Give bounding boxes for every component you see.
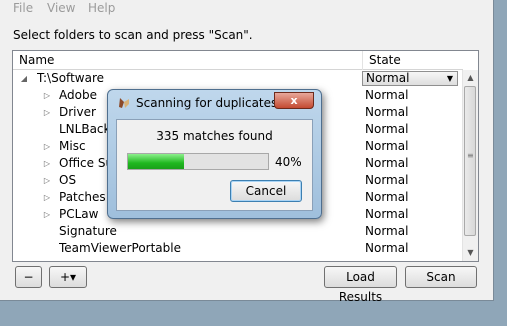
tree-row-state: Normal xyxy=(365,139,409,153)
remove-folder-button[interactable]: − xyxy=(15,266,42,288)
expand-icon[interactable]: ▷ xyxy=(42,189,52,206)
scanning-dialog: Scanning for duplicates x 335 matches fo… xyxy=(107,89,322,219)
progress-fill xyxy=(128,154,184,169)
state-dropdown-value: Normal xyxy=(366,71,410,85)
column-header-state[interactable]: State xyxy=(363,51,463,70)
dialog-title: Scanning for duplicates xyxy=(136,96,278,110)
cancel-button[interactable]: Cancel xyxy=(230,180,302,202)
matches-count: 335 matches found xyxy=(156,129,273,143)
menu-file[interactable]: File xyxy=(13,1,33,15)
expand-icon[interactable]: ▷ xyxy=(42,87,52,104)
expand-icon[interactable]: ▷ xyxy=(42,172,52,189)
tree-row[interactable]: TeamViewerPortable Normal xyxy=(13,240,463,257)
tree-row-state: Normal xyxy=(365,105,409,119)
tree-row-state: Normal xyxy=(365,88,409,102)
expand-icon[interactable]: ▷ xyxy=(42,138,52,155)
tree-row-label: Signature xyxy=(59,224,117,238)
add-folder-button[interactable]: +▾ xyxy=(49,266,87,288)
tree-row-state: Normal xyxy=(365,207,409,221)
tree-row-state: Normal xyxy=(365,224,409,238)
tree-row-state: Normal xyxy=(365,122,409,136)
chevron-down-icon: ▼ xyxy=(446,74,453,83)
tree-row-label: TeamViewerPortable xyxy=(59,241,181,255)
grip-icon: ≡ xyxy=(467,151,474,160)
scan-button[interactable]: Scan xyxy=(405,266,477,288)
vertical-scrollbar[interactable]: ▲ ≡ ▼ xyxy=(462,70,478,261)
scroll-up-arrow-icon[interactable]: ▲ xyxy=(463,70,478,86)
menu-bar: File View Help xyxy=(0,0,493,18)
progress-bar xyxy=(127,153,269,170)
progress-percent: 40% xyxy=(275,155,302,169)
dialog-body: 335 matches found 40% Cancel xyxy=(116,119,313,211)
app-icon xyxy=(119,98,129,108)
instruction-text: Select folders to scan and press "Scan". xyxy=(13,28,253,42)
menu-view[interactable]: View xyxy=(47,1,75,15)
tree-row-state: Normal xyxy=(365,241,409,255)
expand-icon[interactable]: ▷ xyxy=(42,155,52,172)
expand-icon[interactable]: ▷ xyxy=(42,104,52,121)
tree-row-state: Normal xyxy=(365,156,409,170)
scroll-down-arrow-icon[interactable]: ▼ xyxy=(463,245,478,261)
tree-row-state: Normal xyxy=(365,190,409,204)
tree-row-label: T:\Software xyxy=(37,71,104,85)
collapse-icon[interactable]: ◢ xyxy=(19,70,29,87)
scroll-thumb[interactable]: ≡ xyxy=(464,86,476,236)
tree-row-root[interactable]: ◢ T:\Software Normal ▼ xyxy=(13,70,463,87)
tree-row[interactable]: Signature Normal xyxy=(13,223,463,240)
load-results-button[interactable]: Load Results xyxy=(324,266,397,304)
menu-help[interactable]: Help xyxy=(88,1,115,15)
column-header-name[interactable]: Name xyxy=(13,51,362,70)
expand-icon[interactable]: ▷ xyxy=(42,206,52,223)
state-dropdown[interactable]: Normal ▼ xyxy=(362,71,458,86)
tree-row-state: Normal xyxy=(365,173,409,187)
close-icon[interactable]: x xyxy=(274,92,314,109)
